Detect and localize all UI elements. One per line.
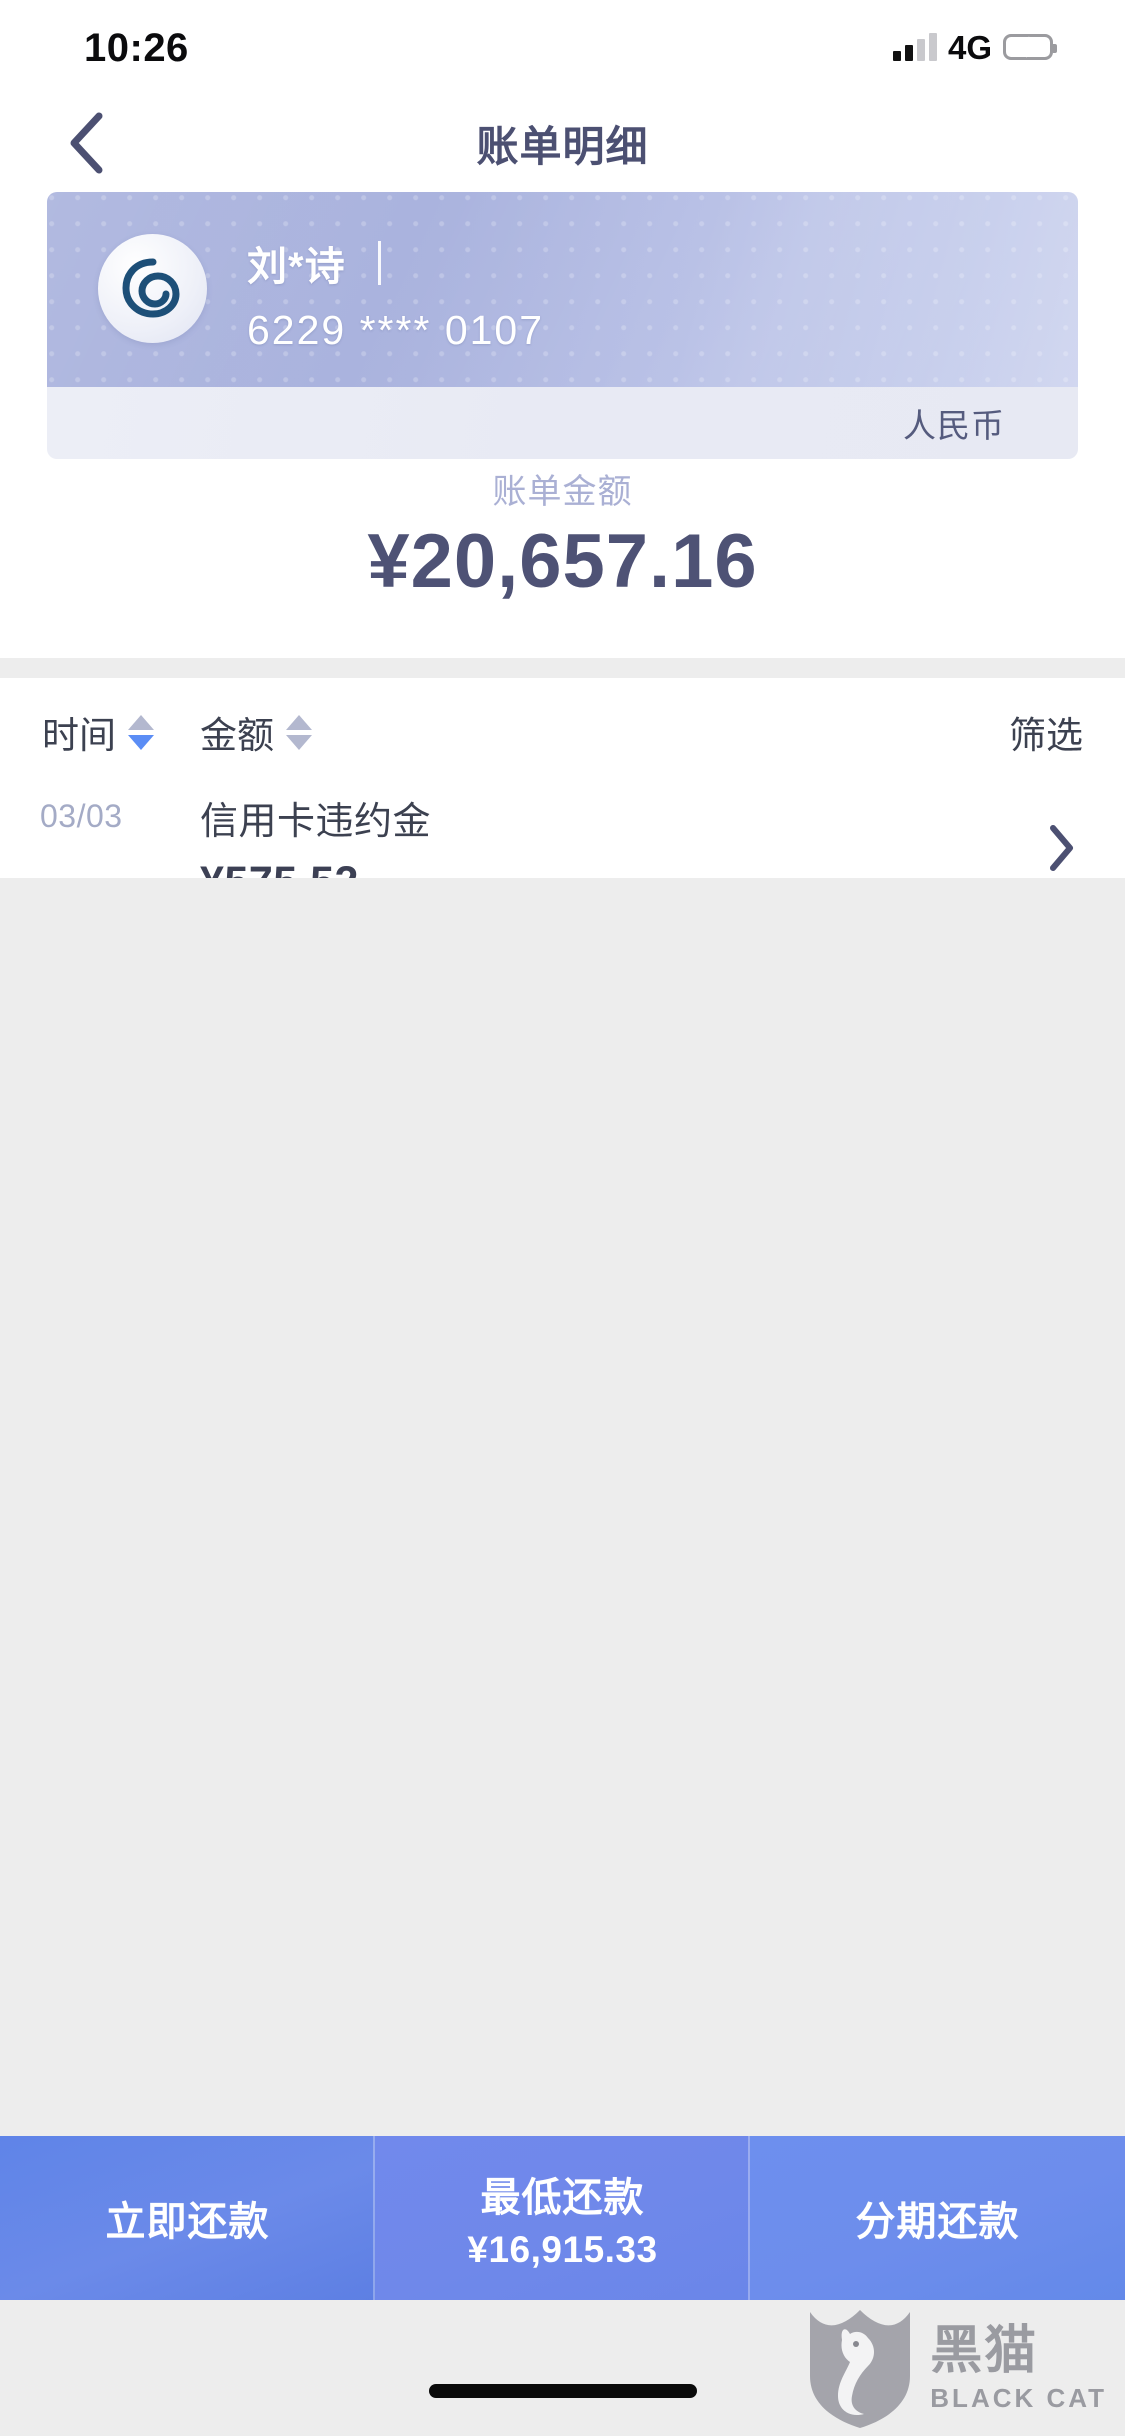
pay-now-label: 立即还款 — [105, 2200, 270, 2244]
currency-label: 人民币 — [903, 407, 1005, 444]
battery-charging-icon — [1003, 34, 1057, 60]
status-bar-indicators: 4G — [892, 26, 1057, 68]
chevron-left-icon — [70, 112, 103, 174]
phone-screen: 10:26 4G 账单明细 刘*诗 6229 **** 0107 人民币 账单金… — [0, 0, 1125, 2436]
back-button[interactable] — [38, 94, 134, 192]
name-divider — [377, 241, 381, 285]
signal-bars-icon — [892, 33, 937, 61]
bank-card[interactable]: 刘*诗 6229 **** 0107 — [47, 192, 1078, 387]
nav-header: 账单明细 — [0, 94, 1125, 192]
filter-button[interactable]: 筛选 — [1009, 705, 1083, 759]
bank-spiral-logo-icon — [98, 234, 207, 343]
home-indicator-area — [0, 2300, 1125, 2436]
sort-amount-label: 金额 — [200, 715, 274, 756]
sort-time-label: 时间 — [42, 715, 116, 756]
transaction-title: 信用卡违约金 — [200, 801, 432, 843]
card-currency-strip: 人民币 — [47, 387, 1078, 459]
minimum-payment-button[interactable]: 最低还款 ¥16,915.33 — [375, 2136, 750, 2300]
transaction-detail-link[interactable] — [1049, 824, 1075, 877]
card-holder-row: 刘*诗 — [247, 234, 381, 292]
card-holder-name: 刘*诗 — [247, 245, 346, 289]
sort-by-time[interactable]: 时间 — [42, 705, 154, 759]
status-bar-time: 10:26 — [84, 26, 189, 70]
network-type-label: 4G — [947, 28, 992, 66]
transaction-list-panel: 时间 金额 筛选 03/03 信用卡违约金 ¥575.52 — [0, 678, 1125, 926]
page-title: 账单明细 — [476, 122, 649, 170]
status-bar: 10:26 4G — [0, 0, 1125, 94]
installment-label: 分期还款 — [855, 2200, 1020, 2244]
minimum-payment-amount: ¥16,915.33 — [467, 2229, 658, 2270]
bill-amount-label: 账单金额 — [492, 473, 633, 511]
chevron-right-icon — [1050, 825, 1073, 871]
minimum-payment-label: 最低还款 — [480, 2176, 645, 2220]
sort-filter-bar: 时间 金额 筛选 — [0, 678, 1125, 786]
installment-button[interactable]: 分期还款 — [750, 2136, 1125, 2300]
account-summary-section: 刘*诗 6229 **** 0107 人民币 账单金额 ¥20,657.16 — [0, 192, 1125, 658]
pay-now-button[interactable]: 立即还款 — [0, 2136, 375, 2300]
card-number: 6229 **** 0107 — [247, 307, 545, 353]
empty-body-area — [0, 878, 1125, 2200]
home-indicator[interactable] — [428, 2384, 697, 2398]
bill-amount-value: ¥20,657.16 — [367, 519, 758, 604]
sort-by-amount[interactable]: 金额 — [200, 705, 312, 759]
sort-arrows-icon[interactable] — [286, 714, 312, 750]
transaction-date: 03/03 — [40, 798, 123, 834]
repayment-action-bar: 立即还款 最低还款 ¥16,915.33 分期还款 — [0, 2136, 1125, 2300]
sort-arrows-icon[interactable] — [128, 714, 154, 750]
section-divider — [0, 658, 1125, 678]
